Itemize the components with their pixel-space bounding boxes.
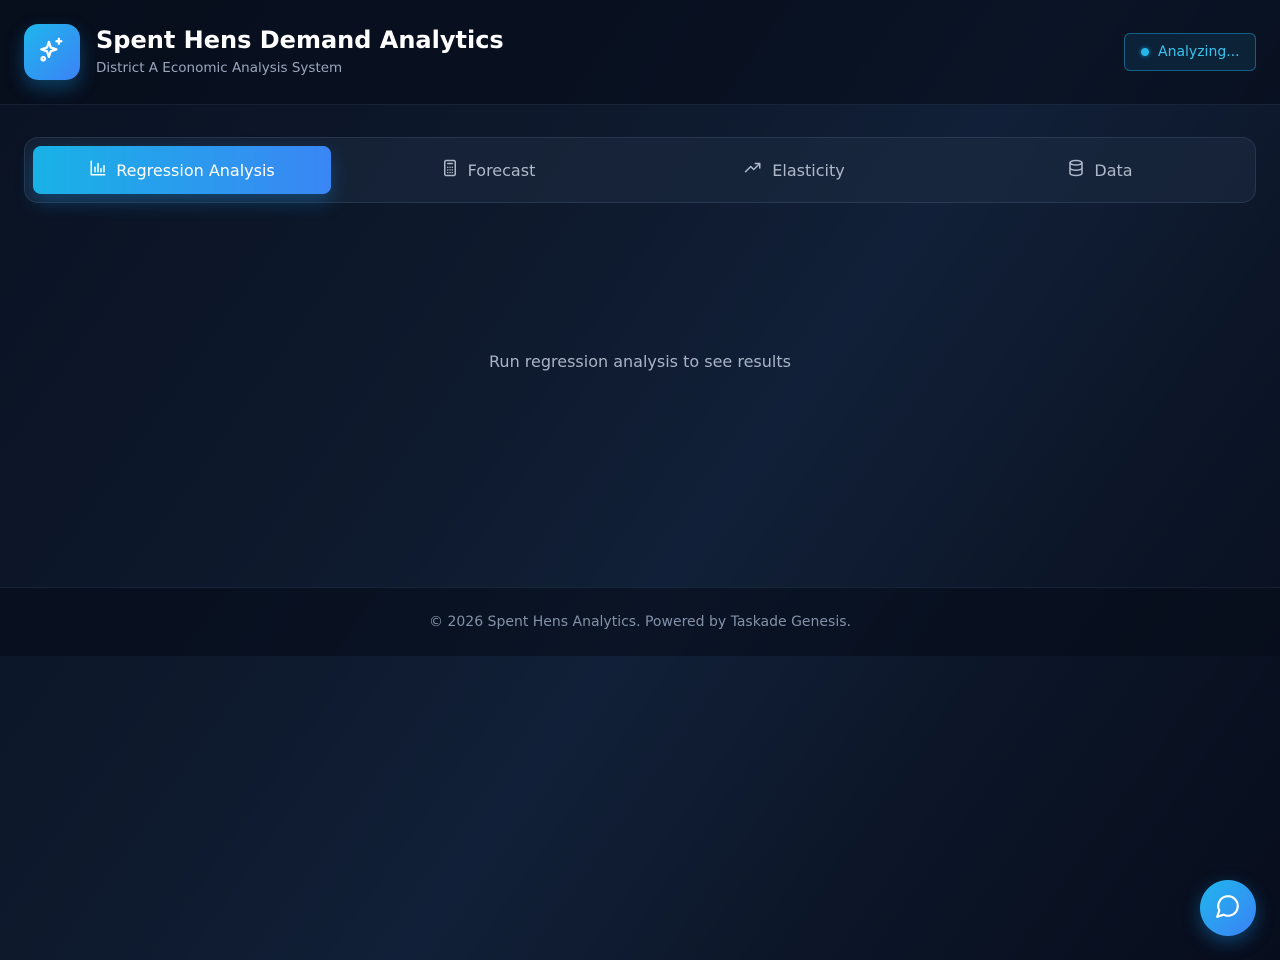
app-header: Spent Hens Demand Analytics District A E…: [0, 0, 1280, 105]
tab-data[interactable]: Data: [951, 146, 1249, 194]
app-logo: [24, 24, 80, 80]
app-footer: © 2026 Spent Hens Analytics. Powered by …: [0, 587, 1280, 656]
chat-button[interactable]: [1200, 880, 1256, 936]
calculator-icon: [441, 159, 468, 181]
tab-label: Regression Analysis: [116, 160, 275, 180]
tab-regression-analysis[interactable]: Regression Analysis: [33, 146, 331, 194]
tab-elasticity[interactable]: Elasticity: [645, 146, 943, 194]
bar-chart-icon: [89, 159, 116, 181]
sparkles-icon: [37, 35, 67, 69]
tab-label: Elasticity: [772, 160, 845, 180]
tab-bar: Regression Analysis Forecast Elasticity: [24, 137, 1256, 203]
tab-forecast[interactable]: Forecast: [339, 146, 637, 194]
trending-up-icon: [743, 159, 772, 181]
app-title: Spent Hens Demand Analytics: [96, 26, 504, 54]
status-badge: Analyzing...: [1124, 33, 1256, 71]
status-label: Analyzing...: [1158, 44, 1240, 60]
empty-state-message: Run regression analysis to see results: [489, 352, 791, 371]
tab-label: Forecast: [467, 160, 536, 180]
footer-text: © 2026 Spent Hens Analytics. Powered by …: [429, 614, 851, 630]
status-dot: [1141, 48, 1149, 56]
message-circle-icon: [1215, 893, 1241, 923]
tab-label: Data: [1094, 160, 1133, 180]
database-icon: [1067, 159, 1094, 181]
app-subtitle: District A Economic Analysis System: [96, 60, 343, 76]
